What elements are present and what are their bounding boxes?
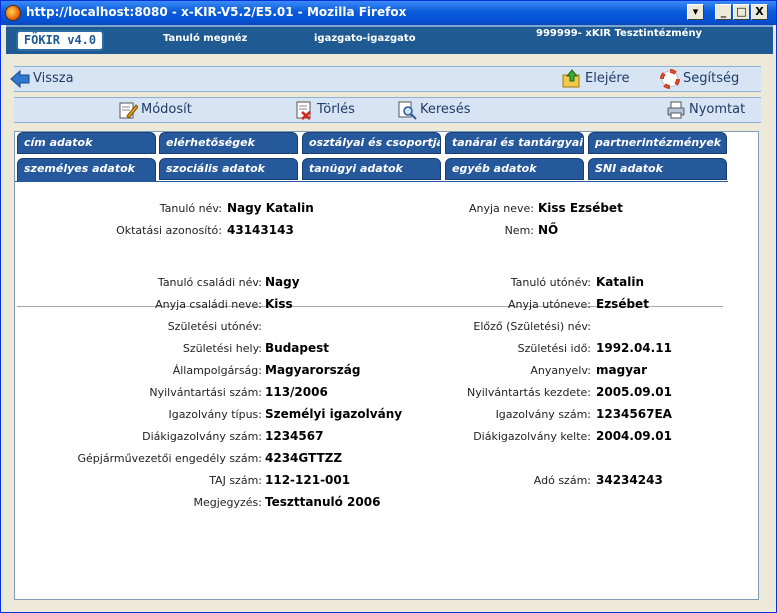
right-field-value: 34234243	[596, 473, 663, 487]
edit-icon	[118, 100, 139, 120]
right-field-label: Anyanyelv:	[530, 364, 591, 377]
right-field-value: 1234567EA	[596, 407, 672, 421]
tab-egyeb-adatok[interactable]: egyéb adatok	[445, 158, 584, 180]
left-field-value: 112-121-001	[265, 473, 351, 487]
search-button[interactable]: Keresés	[397, 99, 470, 121]
right-field-label: Tanuló utónév:	[510, 276, 591, 289]
mother-name-value: Kiss Ezsébet	[538, 201, 623, 215]
app-header: FÖKIR v4.0 Tanuló megnéz igazgato-igazga…	[6, 25, 773, 54]
left-field-value: 1234567	[265, 429, 324, 443]
right-field-value: magyar	[596, 363, 648, 377]
search-icon	[397, 100, 417, 120]
left-field-value: Nagy	[265, 275, 300, 289]
help-label: Segítség	[683, 71, 740, 86]
action-row: Módosít Törlés Keresés Nyomtat	[14, 97, 761, 123]
tab-tanugyi-adatok[interactable]: tanügyi adatok	[302, 158, 441, 180]
right-field-label: Igazolvány szám:	[495, 408, 591, 421]
student-name-label: Tanuló név:	[159, 202, 222, 215]
right-field-label: Nyilvántartás kezdete:	[467, 386, 591, 399]
minimize-button[interactable]: _	[715, 4, 732, 20]
left-field-value: Magyarország	[265, 363, 361, 377]
left-field-label: Igazolvány típus:	[168, 408, 262, 421]
left-field-value: 113/2006	[265, 385, 328, 399]
close-button[interactable]: X	[751, 4, 768, 20]
modify-button[interactable]: Módosít	[118, 99, 192, 121]
firefox-icon	[5, 5, 21, 21]
delete-label: Törlés	[317, 102, 355, 117]
tab-szocialis-adatok[interactable]: szociális adatok	[159, 158, 298, 180]
tab-sni-adatok[interactable]: SNI adatok	[588, 158, 727, 180]
student-name-value: Nagy Katalin	[227, 201, 314, 215]
folder-up-icon	[562, 69, 582, 89]
browser-window: http://localhost:8080 - x-KIR-V5.2/E5.01…	[0, 0, 777, 613]
left-field-label: Születési utónév:	[167, 320, 262, 333]
right-field-value: 2004.09.01	[596, 429, 672, 443]
user-name: igazgato-igazgato	[314, 33, 416, 44]
delete-button[interactable]: Törlés	[294, 99, 355, 121]
left-field-label: TAJ szám:	[209, 474, 262, 487]
help-link[interactable]: Segítség	[660, 68, 739, 90]
tab-partnerintezmenyek[interactable]: partnerintézmények	[588, 132, 727, 154]
left-field-value: Kiss	[265, 297, 293, 311]
education-id-value: 43143143	[227, 223, 294, 237]
nav-row: Vissza Elejére Segítség	[10, 66, 761, 92]
dropdown-button[interactable]: ▾	[687, 4, 704, 20]
left-field-label: Anyja családi neve:	[155, 298, 262, 311]
right-field-label: Születési idő:	[517, 342, 591, 355]
right-field-label: Anyja utóneve:	[507, 298, 591, 311]
left-field-label: Születési hely:	[182, 342, 262, 355]
education-id-label: Oktatási azonosító:	[116, 224, 222, 237]
left-field-value: 4234GTTZZ	[265, 451, 343, 465]
back-link[interactable]: Vissza	[10, 68, 74, 90]
sex-label: Nem:	[504, 224, 534, 237]
sex-value: NŐ	[538, 223, 559, 237]
title-bar: http://localhost:8080 - x-KIR-V5.2/E5.01…	[1, 1, 776, 25]
toolbar: Vissza Elejére Segítség Módosít Törlés K…	[6, 59, 773, 129]
search-label: Keresés	[420, 102, 471, 117]
left-field-label: Diákigazolvány szám:	[142, 430, 262, 443]
window-title: http://localhost:8080 - x-KIR-V5.2/E5.01…	[26, 5, 407, 19]
right-field-value: 2005.09.01	[596, 385, 672, 399]
top-label: Elejére	[585, 71, 630, 86]
right-field-label: Előző (Születési) név:	[473, 320, 591, 333]
right-field-value: 1992.04.11	[596, 341, 672, 355]
app-logo: FÖKIR v4.0	[16, 30, 104, 51]
tab-elerhetosegek[interactable]: elérhetőségek	[159, 132, 298, 154]
tab-osztalyai[interactable]: osztályai és csoportjai	[302, 132, 441, 154]
left-field-label: Gépjárművezetői engedély szám:	[77, 452, 262, 465]
right-field-label: Diákigazolvány kelte:	[473, 430, 591, 443]
content-area: cím adatok elérhetőségek osztályai és cs…	[14, 131, 759, 600]
left-field-label: Tanuló családi név:	[157, 276, 262, 289]
right-field-value: Katalin	[596, 275, 644, 289]
personal-data-panel: Tanuló név: Nagy Katalin Anyja neve: Kis…	[15, 181, 728, 599]
delete-icon	[294, 100, 314, 120]
tab-cim-adatok[interactable]: cím adatok	[17, 132, 156, 154]
back-arrow-icon	[10, 69, 30, 89]
lifebuoy-icon	[660, 69, 680, 89]
left-field-value: Teszttanuló 2006	[265, 495, 381, 509]
back-label: Vissza	[33, 71, 74, 86]
top-link[interactable]: Elejére	[562, 68, 630, 90]
modify-label: Módosít	[141, 102, 192, 117]
printer-icon	[666, 100, 686, 120]
tab-tanarai[interactable]: tanárai és tantárgyai	[445, 132, 584, 154]
left-field-label: Állampolgárság:	[172, 364, 262, 377]
page-name: Tanuló megnéz	[163, 33, 248, 44]
print-button[interactable]: Nyomtat	[666, 99, 745, 121]
maximize-button[interactable]: □	[733, 4, 750, 20]
right-field-label: Adó szám:	[533, 474, 591, 487]
left-field-label: Megjegyzés:	[193, 496, 262, 509]
left-field-value: Budapest	[265, 341, 329, 355]
right-field-value: Ezsébet	[596, 297, 649, 311]
institution-name: 999999- xKIR Tesztintézmény	[536, 28, 703, 39]
print-label: Nyomtat	[689, 102, 746, 117]
left-field-label: Nyilvántartási szám:	[149, 386, 262, 399]
mother-name-label: Anyja neve:	[468, 202, 534, 215]
